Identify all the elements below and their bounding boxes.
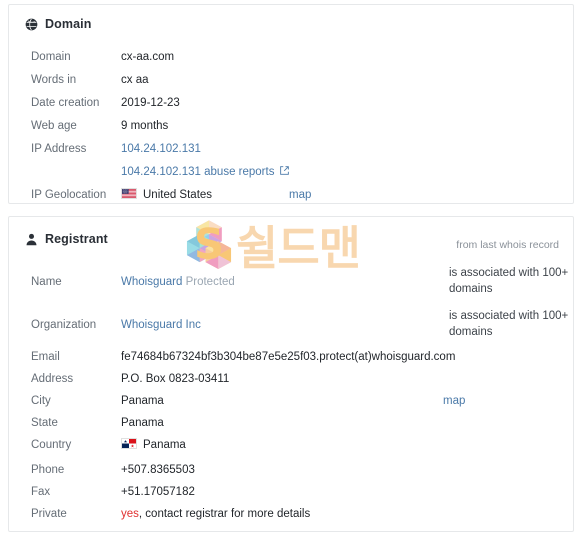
registrant-organization-link[interactable]: Whoisguard Inc xyxy=(121,317,201,333)
label-phone: Phone xyxy=(31,464,65,476)
value-state: Panama xyxy=(121,417,164,429)
value-country-wrap: Panama xyxy=(121,437,186,453)
row-ip-address: IP Address 104.24.102.131 xyxy=(9,141,573,163)
domain-card: Domain Domain cx-aa.com Words in cx aa D… xyxy=(8,4,574,204)
value-words-in: cx aa xyxy=(121,74,149,86)
label-address: Address xyxy=(31,373,74,385)
label-web-age: Web age xyxy=(31,120,77,132)
whois-source-note: from last whois record xyxy=(456,239,559,251)
registrant-name-link[interactable]: Whoisguard xyxy=(121,276,182,288)
row-ip-geolocation: IP Geolocation United States map xyxy=(9,187,573,209)
row-fax: Fax +51.17057182 xyxy=(9,484,573,506)
row-web-age: Web age 9 months xyxy=(9,118,573,140)
value-date-creation: 2019-12-23 xyxy=(121,97,180,109)
registrant-map-link[interactable]: map xyxy=(443,393,465,409)
registrant-card: Registrant from last whois record Name W… xyxy=(8,216,574,532)
abuse-reports-link[interactable]: 104.24.102.131 abuse reports xyxy=(121,166,274,178)
label-name: Name xyxy=(31,276,62,288)
row-private: Private yes, contact registrar for more … xyxy=(9,506,573,528)
panama-flag-icon xyxy=(121,438,137,449)
label-city: City xyxy=(31,395,51,407)
label-date-creation: Date creation xyxy=(31,97,100,109)
label-country: Country xyxy=(31,439,72,451)
row-email: Email fe74684b67324bf3b304be87e5e25f03.p… xyxy=(9,349,573,371)
us-flag-icon xyxy=(121,188,137,199)
row-state: State Panama xyxy=(9,415,573,437)
label-ip-geolocation: IP Geolocation xyxy=(31,189,107,201)
label-domain: Domain xyxy=(31,51,71,63)
value-domain: cx-aa.com xyxy=(121,51,175,63)
row-country: Country Panama xyxy=(9,437,573,459)
domain-card-header: Domain xyxy=(25,17,91,31)
private-flag-value: yes xyxy=(121,508,139,520)
value-private-wrap: yes, contact registrar for more details xyxy=(121,506,310,522)
value-name-wrap: Whoisguard Protected xyxy=(121,274,235,290)
label-organization: Organization xyxy=(31,319,97,331)
row-city: City Panama map xyxy=(9,393,573,415)
label-private: Private xyxy=(31,508,67,520)
ip-address-link[interactable]: 104.24.102.131 xyxy=(121,141,201,157)
label-words-in: Words in xyxy=(31,74,77,86)
value-email: fe74684b67324bf3b304be87e5e25f03.protect… xyxy=(121,351,456,363)
label-state: State xyxy=(31,417,58,429)
label-email: Email xyxy=(31,351,60,363)
label-ip-address: IP Address xyxy=(31,143,87,155)
value-ip-geolocation: United States xyxy=(143,189,213,201)
abuse-reports-wrap: 104.24.102.131 abuse reports xyxy=(121,164,290,180)
value-web-age: 9 months xyxy=(121,120,169,132)
value-city: Panama xyxy=(121,395,164,407)
value-country: Panama xyxy=(143,439,186,451)
row-words-in: Words in cx aa xyxy=(9,72,573,94)
value-address: P.O. Box 0823-03411 xyxy=(121,373,230,385)
row-date-creation: Date creation 2019-12-23 xyxy=(9,95,573,117)
row-abuse-reports: 104.24.102.131 abuse reports xyxy=(9,164,573,186)
user-icon xyxy=(25,233,38,246)
domain-map-link[interactable]: map xyxy=(289,187,311,203)
external-link-icon[interactable] xyxy=(279,165,290,176)
row-domain: Domain cx-aa.com xyxy=(9,49,573,71)
registrant-card-header: Registrant xyxy=(25,232,108,246)
domain-card-title: Domain xyxy=(45,17,92,31)
private-rest-text: , contact registrar for more details xyxy=(138,508,311,520)
registrant-card-title: Registrant xyxy=(45,232,108,246)
globe-icon xyxy=(25,18,38,31)
registrant-name-suffix: Protected xyxy=(185,276,235,288)
name-association-note: is associated with 100+ domains xyxy=(449,267,569,295)
organization-association-note: is associated with 100+ domains xyxy=(449,310,569,338)
value-phone: +507.8365503 xyxy=(121,464,195,476)
whois-result-page: Domain Domain cx-aa.com Words in cx aa D… xyxy=(0,0,582,536)
value-fax: +51.17057182 xyxy=(121,486,195,498)
row-address: Address P.O. Box 0823-03411 xyxy=(9,371,573,393)
value-ip-geolocation-wrap: United States xyxy=(121,187,212,203)
row-phone: Phone +507.8365503 xyxy=(9,462,573,484)
label-fax: Fax xyxy=(31,486,51,498)
